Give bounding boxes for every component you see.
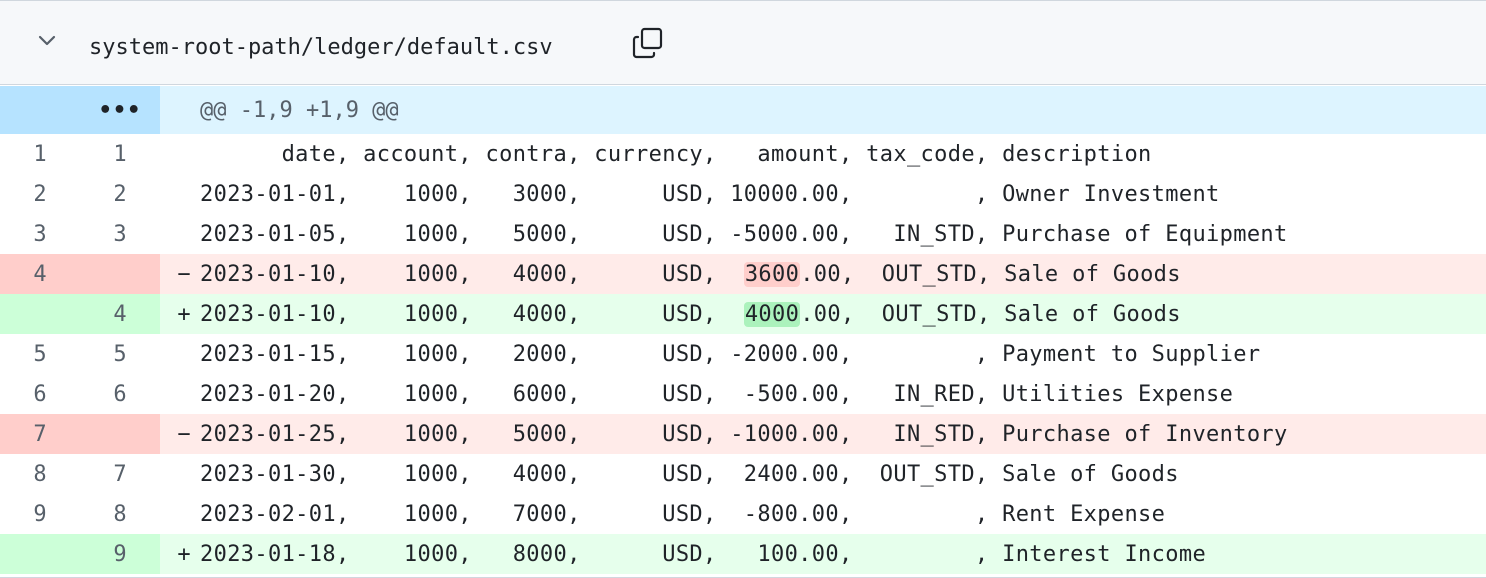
plus-marker: + xyxy=(177,301,191,327)
new-line-number[interactable]: 9 xyxy=(80,534,160,574)
diff-marker xyxy=(172,454,196,494)
old-line-number[interactable]: 7 xyxy=(0,414,80,454)
minus-marker: − xyxy=(177,261,191,287)
line-code: 2023-01-10, 1000, 4000, USD, 4000.00, OU… xyxy=(200,294,1181,334)
line-code: 2023-01-20, 1000, 6000, USD, -500.00, IN… xyxy=(200,381,1234,407)
line-code: 2023-01-01, 1000, 3000, USD, 10000.00, ,… xyxy=(200,181,1220,207)
plus-marker: + xyxy=(177,541,191,567)
added-line: 9 +2023-01-18, 1000, 8000, USD, 100.00, ,… xyxy=(0,534,1486,574)
hunk-header-row: ••• @@ -1,9 +1,9 @@ xyxy=(0,86,1486,134)
new-line-number[interactable]: 1 xyxy=(80,134,160,174)
line-code: 2023-01-18, 1000, 8000, USD, 100.00, , I… xyxy=(200,541,1207,567)
old-line-number[interactable]: 1 xyxy=(0,134,80,174)
inline-addition-highlight: 4000 xyxy=(743,301,801,327)
collapse-button[interactable] xyxy=(30,28,64,58)
code-segment: 2023-01-10, 1000, 4000, USD, xyxy=(200,301,744,327)
old-line-number[interactable] xyxy=(0,534,80,574)
new-line-number[interactable]: 2 xyxy=(80,174,160,214)
file-header: system-root-path/ledger/default.csv xyxy=(0,1,1486,85)
line-code: 2023-01-10, 1000, 4000, USD, 3600.00, OU… xyxy=(200,254,1181,294)
new-line-number[interactable]: 7 xyxy=(80,454,160,494)
code-segment: .00, OUT_STD, Sale of Goods xyxy=(800,261,1181,287)
inline-deletion-highlight: 3600 xyxy=(743,261,801,287)
expand-hunk-button[interactable]: ••• xyxy=(80,86,160,134)
new-line-number[interactable] xyxy=(80,254,160,294)
diff-marker xyxy=(172,134,196,174)
new-line-number[interactable] xyxy=(80,414,160,454)
diff-file: system-root-path/ledger/default.csv ••• … xyxy=(0,0,1486,578)
old-line-number[interactable]: 8 xyxy=(0,454,80,494)
old-line-number[interactable]: 4 xyxy=(0,254,80,294)
copy-path-button[interactable] xyxy=(628,25,668,65)
old-line-number[interactable]: 2 xyxy=(0,174,80,214)
code-segment: .00, OUT_STD, Sale of Goods xyxy=(800,301,1181,327)
hunk-gutter xyxy=(0,86,80,134)
hunk-header: @@ -1,9 +1,9 @@ xyxy=(200,97,399,123)
ellipsis-icon: ••• xyxy=(98,97,142,123)
context-line: 3 3 2023-01-05, 1000, 5000, USD, -5000.00,… xyxy=(0,214,1486,254)
code-segment: 2023-01-10, 1000, 4000, USD, xyxy=(200,261,744,287)
context-line: 9 8 2023-02-01, 1000, 7000, USD, -800.00, … xyxy=(0,494,1486,534)
diff-table: ••• @@ -1,9 +1,9 @@ 11 date, account, co… xyxy=(0,86,1486,574)
line-code: date, account, contra, currency, amount,… xyxy=(200,141,1152,167)
file-path: system-root-path/ledger/default.csv xyxy=(89,35,553,60)
diff-marker xyxy=(172,214,196,254)
diff-marker xyxy=(172,174,196,214)
context-line: 5 5 2023-01-15, 1000, 2000, USD, -2000.00,… xyxy=(0,334,1486,374)
new-line-number[interactable]: 3 xyxy=(80,214,160,254)
context-line: 11 date, account, contra, currency, amou… xyxy=(0,134,1486,174)
old-line-number[interactable]: 5 xyxy=(0,334,80,374)
context-line: 8 7 2023-01-30, 1000, 4000, USD, 2400.00, … xyxy=(0,454,1486,494)
line-code: 2023-02-01, 1000, 7000, USD, -800.00, , … xyxy=(200,501,1166,527)
diff-marker xyxy=(172,374,196,414)
deleted-line: 7 −2023-01-25, 1000, 5000, USD, -1000.00,… xyxy=(0,414,1486,454)
line-code: 2023-01-05, 1000, 5000, USD, -5000.00, I… xyxy=(200,221,1288,247)
new-line-number[interactable]: 6 xyxy=(80,374,160,414)
line-code: 2023-01-15, 1000, 2000, USD, -2000.00, ,… xyxy=(200,341,1261,367)
context-line: 2 2 2023-01-01, 1000, 3000, USD, 10000.00,… xyxy=(0,174,1486,214)
new-line-number[interactable]: 8 xyxy=(80,494,160,534)
diff-marker xyxy=(172,494,196,534)
new-line-number[interactable]: 5 xyxy=(80,334,160,374)
old-line-number[interactable] xyxy=(0,294,80,334)
new-line-number[interactable]: 4 xyxy=(80,294,160,334)
old-line-number[interactable]: 3 xyxy=(0,214,80,254)
line-code: 2023-01-25, 1000, 5000, USD, -1000.00, I… xyxy=(200,421,1288,447)
old-line-number[interactable]: 6 xyxy=(0,374,80,414)
copy-icon xyxy=(631,26,665,64)
chevron-down-icon xyxy=(35,29,59,57)
deleted-line: 4 −2023-01-10, 1000, 4000, USD, 3600.00, … xyxy=(0,254,1486,294)
diff-marker xyxy=(172,334,196,374)
context-line: 6 6 2023-01-20, 1000, 6000, USD, -500.00, … xyxy=(0,374,1486,414)
minus-marker: − xyxy=(177,421,191,447)
added-line: 4 +2023-01-10, 1000, 4000, USD, 4000.00, … xyxy=(0,294,1486,334)
old-line-number[interactable]: 9 xyxy=(0,494,80,534)
line-code: 2023-01-30, 1000, 4000, USD, 2400.00, OU… xyxy=(200,461,1179,487)
